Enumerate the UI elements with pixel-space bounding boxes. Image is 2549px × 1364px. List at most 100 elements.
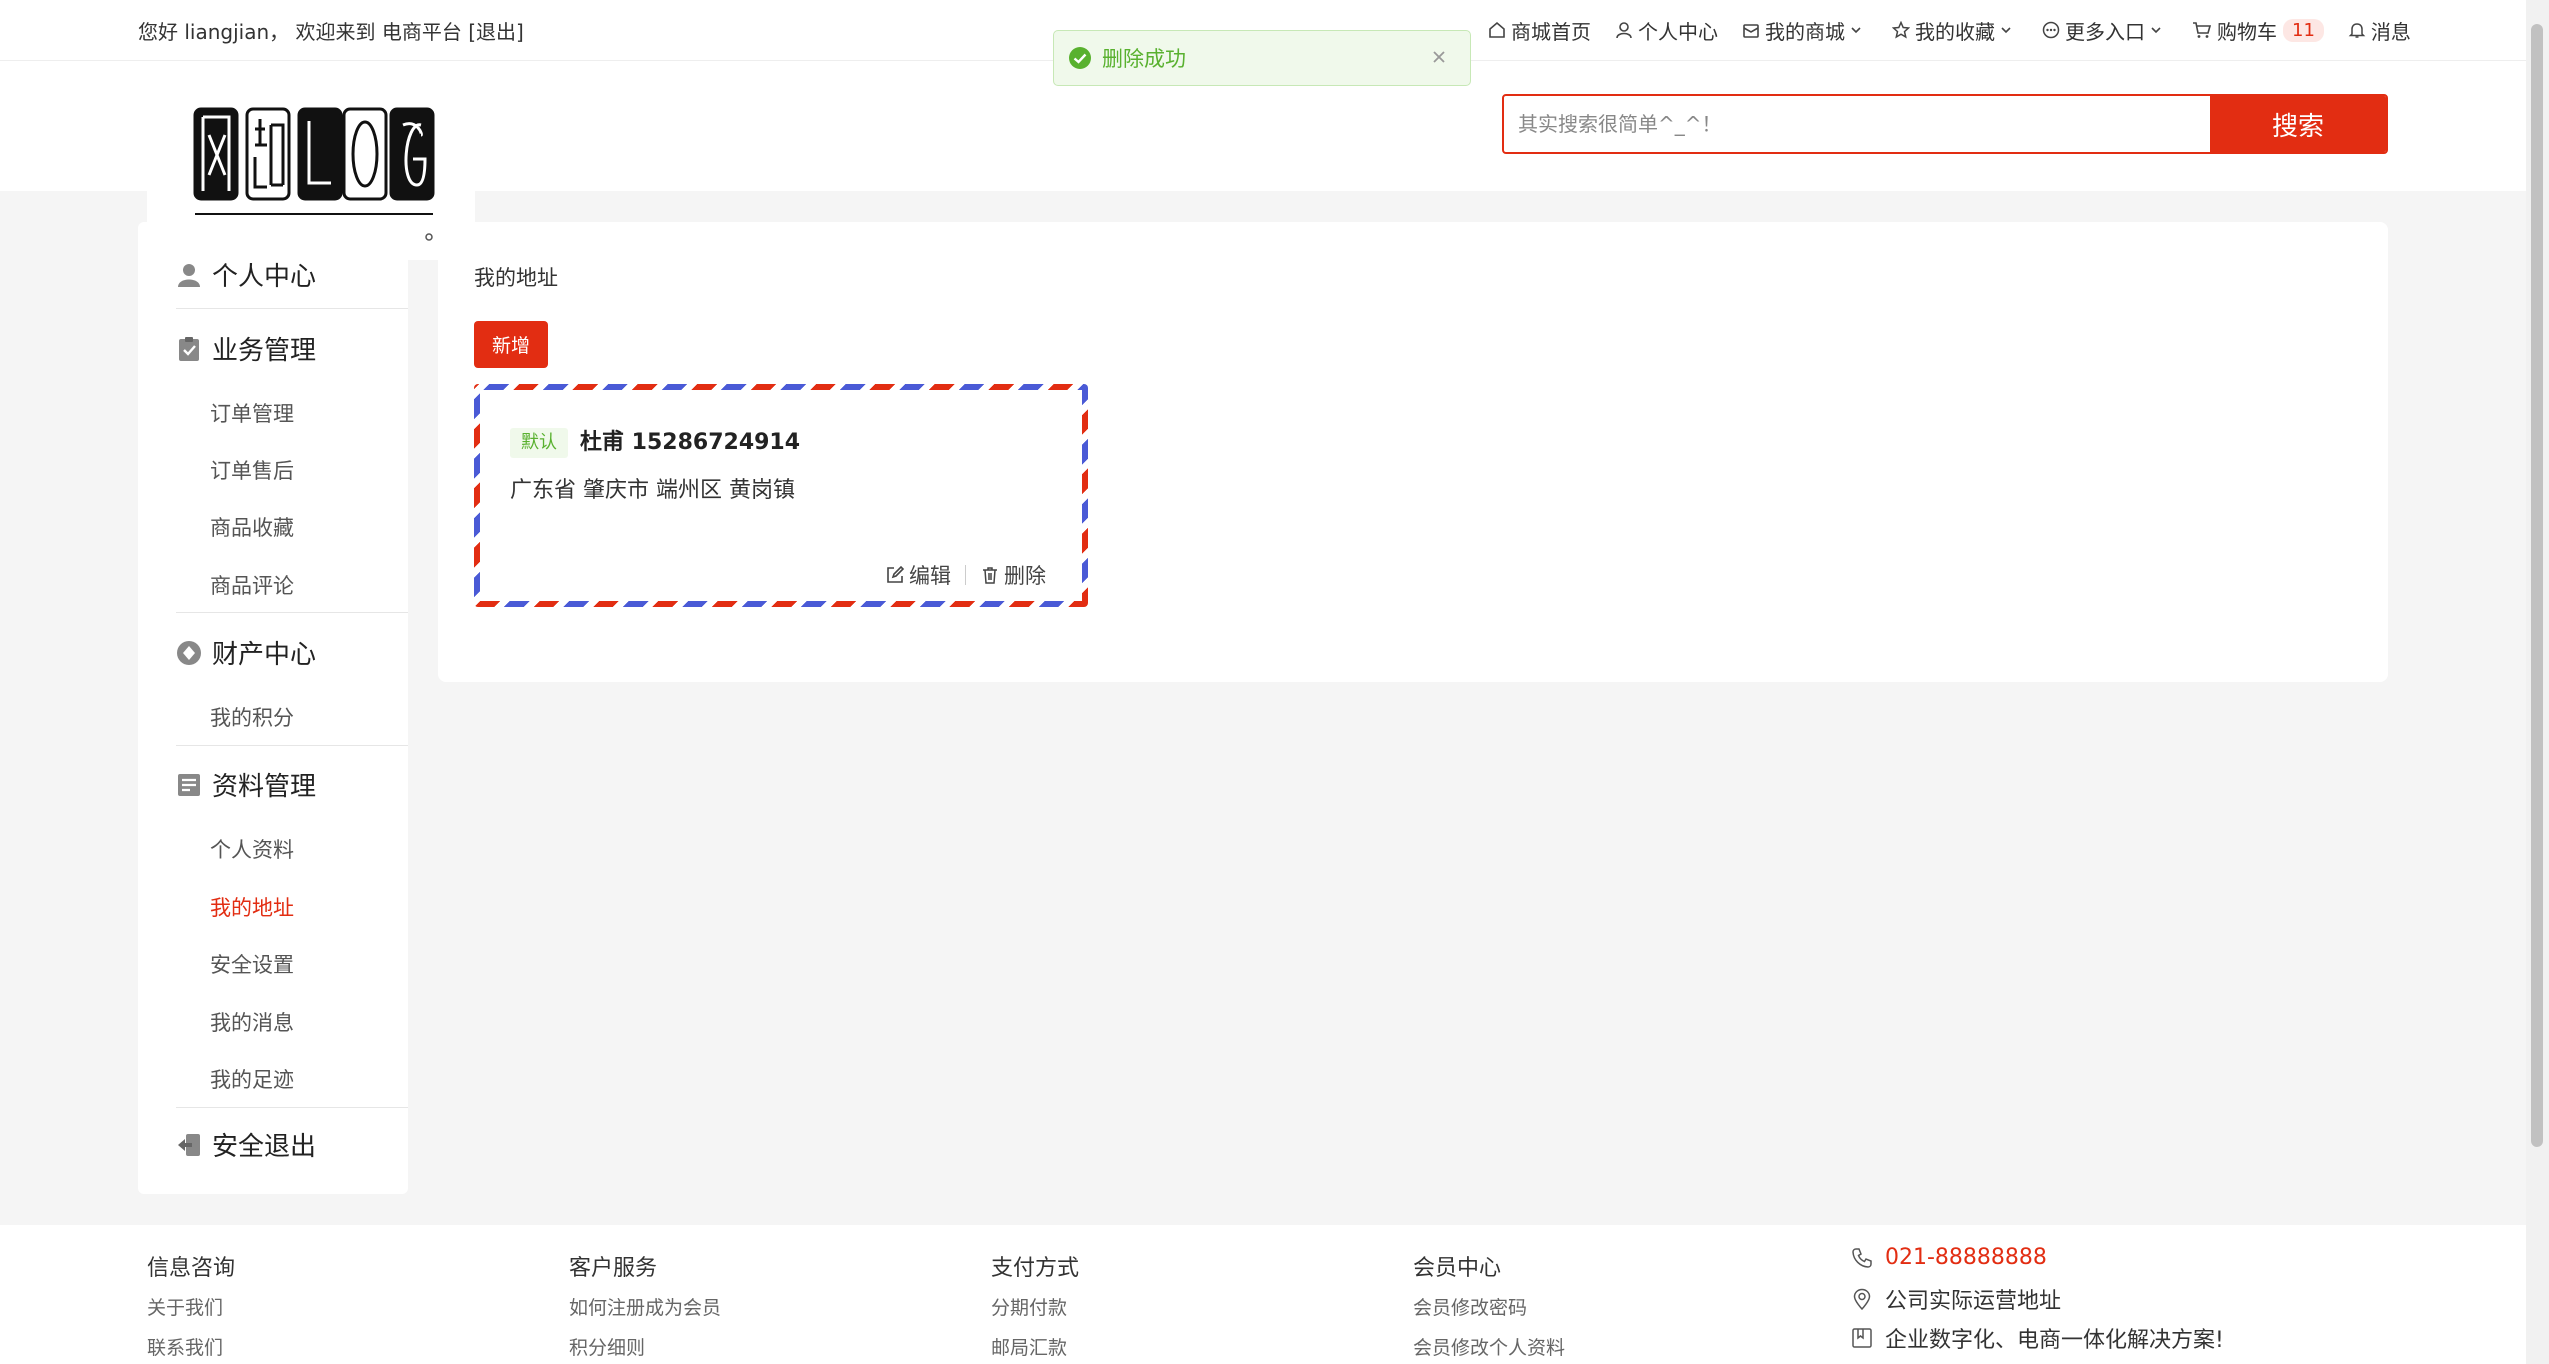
sidebar-item-footprints[interactable]: 我的足迹 (210, 1064, 294, 1094)
nav-more[interactable]: 更多入口 (2042, 16, 2168, 45)
nav-cart-label: 购物车 (2217, 19, 2277, 44)
nav-messages-label: 消息 (2370, 19, 2411, 44)
divider (176, 612, 408, 613)
close-icon[interactable] (1428, 46, 1450, 68)
sidebar-item-product-favorites[interactable]: 商品收藏 (210, 512, 294, 542)
divider (176, 308, 408, 309)
footer-link[interactable]: 会员修改个人资料 (1413, 1333, 1565, 1360)
search-input[interactable] (1504, 96, 2210, 152)
success-toast: 删除成功 (1053, 30, 1471, 86)
footer-col-title: 会员中心 (1413, 1256, 1502, 1281)
nav-my-shop[interactable]: 我的商城 (1742, 16, 1868, 45)
nav-profile-label: 个人中心 (1638, 19, 1718, 44)
footer-col-info: 信息咨询 关于我们 联系我们 (147, 1250, 235, 1360)
sidebar-item-my-address[interactable]: 我的地址 (210, 892, 294, 922)
address-name-phone: 杜甫 15286724914 (580, 430, 801, 455)
nav-home-label: 商城首页 (1511, 19, 1591, 44)
nav-cart[interactable]: 购物车 11 (2192, 16, 2324, 45)
sidebar-section-title: 业务管理 (212, 336, 317, 366)
sidebar-section-profile[interactable]: 个人中心 (176, 256, 316, 293)
nav-favorites[interactable]: 我的收藏 (1892, 16, 2018, 45)
phone-icon (1851, 1247, 1885, 1269)
edit-address-button[interactable]: 编辑 (885, 560, 951, 590)
location-pin-icon (1851, 1288, 1885, 1310)
sidebar-section-title: 安全退出 (212, 1132, 317, 1162)
nav-messages[interactable]: 消息 (2348, 16, 2411, 45)
address-text: 公司实际运营地址 (1885, 1289, 2062, 1314)
sidebar-section-title: 财产中心 (212, 640, 317, 670)
bell-icon (2348, 21, 2371, 39)
clipboard-icon (176, 336, 212, 362)
search-button[interactable]: 搜索 (2210, 96, 2386, 152)
footer-link[interactable]: 邮局汇款 (991, 1333, 1079, 1360)
footer-link[interactable]: 积分细则 (569, 1333, 721, 1360)
asset-icon (176, 640, 212, 666)
home-icon (1488, 21, 1511, 39)
nav-profile[interactable]: 个人中心 (1615, 16, 1718, 45)
divider (176, 745, 408, 746)
document-icon (176, 772, 212, 798)
sidebar-item-security[interactable]: 安全设置 (210, 949, 294, 979)
footer-slogan: 企业数字化、电商一体化解决方案! (1851, 1322, 2224, 1354)
user-icon (176, 262, 212, 288)
sidebar-section-title: 个人中心 (212, 262, 317, 292)
sidebar-item-messages[interactable]: 我的消息 (210, 1007, 294, 1037)
user-icon (1615, 21, 1638, 39)
address-card-body: 默认 杜甫 15286724914 广东省 肇庆市 端州区 黄岗镇 编辑 删除 (480, 390, 1082, 601)
add-address-button[interactable]: 新增 (474, 321, 548, 368)
sidebar-item-personal-info[interactable]: 个人资料 (210, 834, 294, 864)
trash-icon (980, 565, 1004, 585)
search-bar: 搜索 (1502, 94, 2388, 154)
page-title: 我的地址 (474, 266, 558, 290)
address-card[interactable]: 默认 杜甫 15286724914 广东省 肇庆市 端州区 黄岗镇 编辑 删除 (474, 384, 1088, 607)
sidebar-item-after-sales[interactable]: 订单售后 (210, 455, 294, 485)
cart-count-badge: 11 (2283, 18, 2324, 42)
address-region: 广东省 肇庆市 端州区 黄岗镇 (510, 478, 795, 503)
address-actions: 编辑 删除 (885, 560, 1046, 590)
footer-col-member: 会员中心 会员修改密码 会员修改个人资料 (1413, 1250, 1565, 1360)
sidebar-section-business: 业务管理 (176, 330, 316, 367)
divider (176, 1107, 408, 1108)
footer-link[interactable]: 联系我们 (147, 1333, 235, 1360)
welcome-text[interactable]: 您好 liangjian， 欢迎来到 电商平台 [退出] (138, 16, 524, 45)
sidebar-item-points[interactable]: 我的积分 (210, 702, 294, 732)
footer-col-title: 客户服务 (569, 1256, 658, 1281)
sidebar-section-assets: 财产中心 (176, 634, 316, 671)
footer-link[interactable]: 会员修改密码 (1413, 1293, 1565, 1320)
sidebar-section-title: 资料管理 (212, 772, 317, 802)
nav-favorites-label: 我的收藏 (1915, 19, 1995, 44)
scrollbar-thumb[interactable] (2531, 24, 2543, 1147)
top-nav: 商城首页 个人中心 我的商城 我的收藏 更多入口 购物车 11 消息 (1488, 0, 2411, 60)
sidebar-item-product-reviews[interactable]: 商品评论 (210, 570, 294, 600)
bookmark-icon (1851, 1327, 1885, 1349)
nav-home[interactable]: 商城首页 (1488, 16, 1591, 45)
edit-icon (885, 565, 909, 585)
footer-link[interactable]: 关于我们 (147, 1293, 235, 1320)
footer-col-title: 信息咨询 (147, 1256, 236, 1281)
toast-message: 删除成功 (1102, 47, 1186, 71)
footer-link[interactable]: 如何注册成为会员 (569, 1293, 721, 1320)
nav-my-shop-label: 我的商城 (1765, 19, 1845, 44)
chevron-down-icon (2149, 23, 2168, 37)
footer-col-service: 客户服务 如何注册成为会员 积分细则 (569, 1250, 721, 1360)
sidebar-item-orders[interactable]: 订单管理 (210, 398, 294, 428)
footer-phone[interactable]: 021-88888888 (1851, 1245, 2047, 1270)
logout-icon (176, 1132, 212, 1158)
cart-icon (2192, 21, 2217, 39)
check-circle-icon (1068, 46, 1092, 70)
star-icon (1892, 21, 1915, 39)
sidebar-section-data: 资料管理 (176, 766, 316, 803)
sidebar: 个人中心 业务管理 订单管理 订单售后 商品收藏 商品评论 财产中心 我的积分 … (138, 222, 408, 1194)
chevron-down-icon (1999, 23, 2018, 37)
footer-link[interactable]: 分期付款 (991, 1293, 1079, 1320)
shop-icon (1742, 21, 1765, 39)
divider (965, 565, 966, 585)
default-badge: 默认 (510, 428, 568, 458)
edit-label: 编辑 (909, 564, 951, 588)
sidebar-section-logout[interactable]: 安全退出 (176, 1126, 316, 1163)
delete-label: 删除 (1004, 564, 1046, 588)
slogan-text: 企业数字化、电商一体化解决方案! (1885, 1328, 2224, 1353)
footer-address: 公司实际运营地址 (1851, 1283, 2061, 1315)
delete-address-button[interactable]: 删除 (980, 560, 1046, 590)
footer-col-payment: 支付方式 分期付款 邮局汇款 (991, 1250, 1079, 1360)
